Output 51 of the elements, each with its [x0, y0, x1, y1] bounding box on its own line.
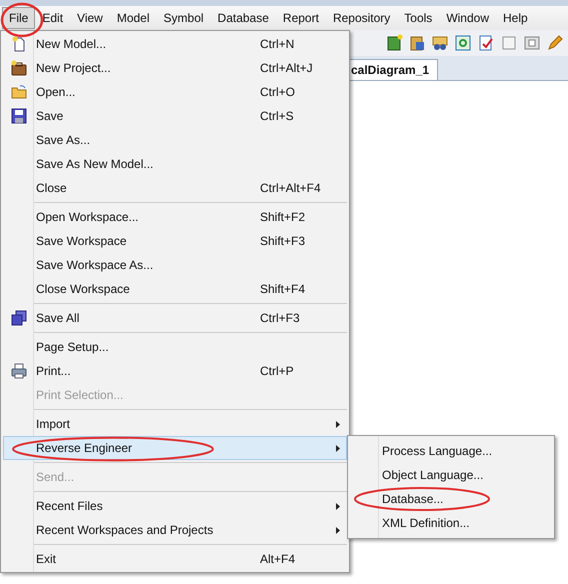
- menu-item[interactable]: Save As New Model...: [3, 152, 347, 176]
- folder-icon: [11, 84, 27, 100]
- menu-item[interactable]: Close Ctrl+Alt+F4: [3, 176, 347, 200]
- menu-bar-item[interactable]: Model: [110, 7, 157, 29]
- refresh-icon[interactable]: [454, 34, 472, 52]
- menu-item[interactable]: Save Workspace Shift+F3: [3, 229, 347, 253]
- binoculars-icon[interactable]: [431, 34, 449, 52]
- menu-bar-item[interactable]: Database: [210, 7, 276, 29]
- annotation-ellipse: [0, 2, 44, 38]
- menu-item[interactable]: Save Workspace As...: [3, 253, 347, 277]
- menu-bar-item[interactable]: Help: [496, 7, 535, 29]
- menu-item[interactable]: Process Language...: [348, 439, 554, 463]
- menu-item[interactable]: Open... Ctrl+O: [3, 80, 347, 104]
- menu-item[interactable]: Exit Alt+F4: [3, 547, 347, 571]
- menu-item[interactable]: Open Workspace... Shift+F2: [3, 205, 347, 229]
- new-document-icon: [11, 36, 27, 52]
- submenu-arrow-icon: [336, 420, 340, 428]
- submenu-arrow-icon: [336, 526, 340, 534]
- menu-item[interactable]: Save As...: [3, 128, 347, 152]
- clipboard-icon[interactable]: [408, 34, 426, 52]
- menu-item[interactable]: Reverse Engineer: [3, 436, 347, 460]
- menu-item[interactable]: XML Definition...: [348, 511, 554, 535]
- printer-icon: [11, 363, 27, 379]
- menu-bar-item[interactable]: Tools: [397, 7, 440, 29]
- menu-bar-item[interactable]: Report: [276, 7, 326, 29]
- menu-bar-item[interactable]: Repository: [326, 7, 398, 29]
- menu-item[interactable]: Page Setup...: [3, 335, 347, 359]
- menu-item[interactable]: Save Ctrl+S: [3, 104, 347, 128]
- menu-bar-item[interactable]: Edit: [35, 7, 70, 29]
- menu-item[interactable]: Save All Ctrl+F3: [3, 306, 347, 330]
- menu-bar-item[interactable]: Window: [439, 7, 496, 29]
- menu-item[interactable]: New Model... Ctrl+N: [3, 32, 347, 56]
- briefcase-icon: [11, 60, 27, 76]
- menu-item[interactable]: Database...: [348, 487, 554, 511]
- submenu-arrow-icon: [336, 502, 340, 510]
- menu-bar-item[interactable]: File: [2, 7, 36, 29]
- pencil-icon[interactable]: [546, 34, 564, 52]
- window-icon[interactable]: [523, 34, 541, 52]
- menu-item[interactable]: Print... Ctrl+P: [3, 359, 347, 383]
- document-icon[interactable]: [385, 34, 403, 52]
- square-icon[interactable]: [500, 34, 518, 52]
- menu-item[interactable]: Recent Workspaces and Projects: [3, 518, 347, 542]
- checklist-icon[interactable]: [477, 34, 495, 52]
- menu-item[interactable]: Object Language...: [348, 463, 554, 487]
- submenu-arrow-icon: [336, 444, 340, 452]
- menu-item[interactable]: Import: [3, 412, 347, 436]
- menu-bar-item[interactable]: View: [70, 7, 110, 29]
- menu-item[interactable]: Recent Files: [3, 494, 347, 518]
- menu-bar-item[interactable]: Symbol: [156, 7, 211, 29]
- menu-item[interactable]: Close Workspace Shift+F4: [3, 277, 347, 301]
- floppy-disks-icon: [11, 310, 27, 326]
